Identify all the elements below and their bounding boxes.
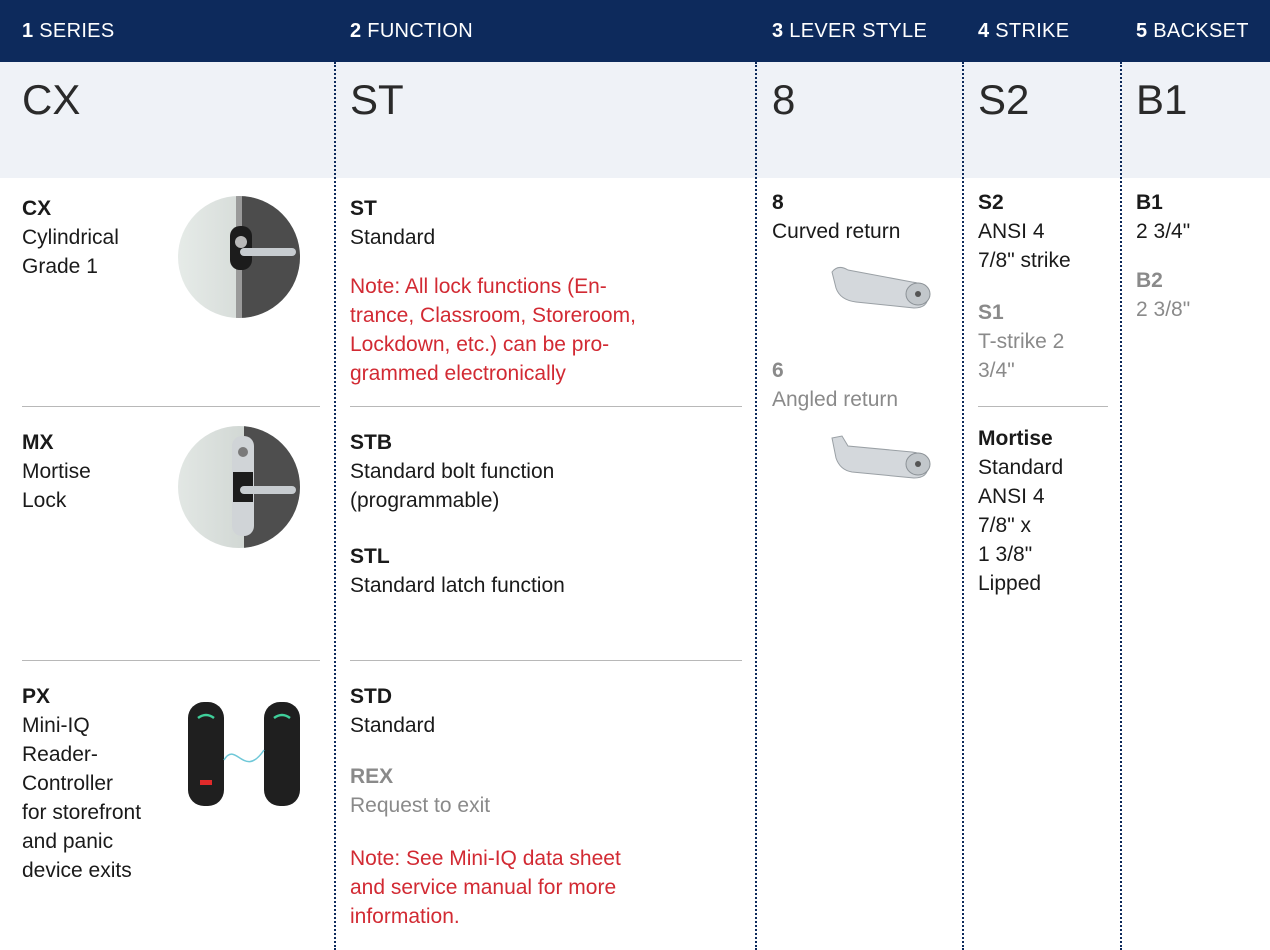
function-rex-block: REX Request to exit — [350, 762, 490, 820]
series-desc-line: for storefront — [22, 801, 142, 824]
strike-mortise-block: Mortise Standard ANSI 4 7/8" x 1 3/8" Li… — [978, 424, 1063, 598]
series-desc-line: Lock — [22, 489, 67, 512]
lever-desc: Angled return — [772, 388, 899, 411]
function-desc: (programmable) — [350, 489, 500, 512]
selected-series: CX — [22, 76, 81, 123]
column-divider — [334, 62, 336, 950]
selected-function: ST — [350, 76, 404, 123]
strike-desc-line: Lipped — [978, 572, 1042, 595]
function-desc: Standard — [350, 714, 436, 737]
strike-desc-line: 7/8" x — [978, 514, 1031, 537]
function-desc: Standard — [350, 226, 436, 249]
header-function: 2 FUNCTION — [350, 20, 474, 42]
function-code: STB — [350, 431, 392, 454]
angled-lever-image — [828, 432, 940, 482]
row-divider — [350, 660, 742, 661]
series-px-block: PX Mini-IQ Reader- Controller for storef… — [22, 682, 141, 885]
series-desc-line: Grade 1 — [22, 255, 98, 278]
lever-6-block: 6 Angled return — [772, 356, 898, 414]
strike-desc-line: 7/8" strike — [978, 249, 1071, 272]
header-backset: 5 BACKSET — [1136, 20, 1249, 42]
column-divider — [962, 62, 964, 950]
series-desc-line: device exits — [22, 859, 132, 882]
series-code: MX — [22, 431, 54, 454]
column-divider — [755, 62, 757, 950]
note-line: and service manual for more — [350, 876, 617, 899]
header-lever-style: 3 LEVER STYLE — [772, 20, 928, 42]
function-stl-block: STL Standard latch function — [350, 542, 565, 600]
series-cx-block: CX Cylindrical Grade 1 — [22, 194, 119, 281]
series-desc-line: Cylindrical — [22, 226, 119, 249]
strike-s1-block: S1 T-strike 2 3/4" — [978, 298, 1064, 385]
strike-code: S2 — [978, 191, 1004, 214]
strike-desc-line: Standard — [978, 456, 1064, 479]
row-divider — [350, 406, 742, 407]
backset-b2-block: B2 2 3/8" — [1136, 266, 1190, 324]
selected-code-band — [0, 62, 1270, 178]
function-std-block: STD Standard — [350, 682, 435, 740]
header-series: 1 SERIES — [22, 20, 115, 42]
mini-iq-reader-image — [186, 700, 302, 808]
function-note-mini-iq: Note: See Mini-IQ data sheet and service… — [350, 844, 621, 931]
series-desc-line: Mini-IQ — [22, 714, 90, 737]
strike-desc-line: 3/4" — [978, 359, 1015, 382]
header-strike: 4 STRIKE — [978, 20, 1070, 42]
strike-desc-line: 1 3/8" — [978, 543, 1033, 566]
function-desc: Standard bolt function — [350, 460, 555, 483]
backset-b1-block: B1 2 3/4" — [1136, 188, 1190, 246]
header-bar — [0, 0, 1270, 62]
selected-strike: S2 — [978, 76, 1030, 123]
note-line: Note: All lock functions (En- — [350, 275, 607, 298]
strike-desc-line: T-strike 2 — [978, 330, 1065, 353]
note-line: information. — [350, 905, 460, 928]
series-desc-line: and panic — [22, 830, 114, 853]
function-code: STL — [350, 545, 390, 568]
strike-desc-line: ANSI 4 — [978, 220, 1045, 243]
note-line: trance, Classroom, Storeroom, — [350, 304, 636, 327]
backset-desc: 2 3/4" — [1136, 220, 1191, 243]
row-divider — [22, 660, 320, 661]
selected-backset: B1 — [1136, 76, 1188, 123]
function-st-block: ST Standard — [350, 194, 435, 252]
note-line: grammed electronically — [350, 362, 566, 385]
row-divider — [978, 406, 1108, 407]
strike-code: S1 — [978, 301, 1004, 324]
note-line: Note: See Mini-IQ data sheet — [350, 847, 621, 870]
series-desc-line: Mortise — [22, 460, 91, 483]
lever-8-block: 8 Curved return — [772, 188, 900, 246]
backset-code: B2 — [1136, 269, 1163, 292]
function-desc: Request to exit — [350, 794, 491, 817]
series-desc-line: Reader- — [22, 743, 98, 766]
strike-desc-line: ANSI 4 — [978, 485, 1045, 508]
mortise-lock-photo — [178, 426, 300, 548]
series-mx-block: MX Mortise Lock — [22, 428, 91, 515]
function-code: ST — [350, 197, 377, 220]
selected-lever: 8 — [772, 76, 796, 123]
function-desc: Standard latch function — [350, 574, 565, 597]
series-code: CX — [22, 197, 52, 220]
lever-code: 8 — [772, 191, 784, 214]
function-st-note: Note: All lock functions (En- trance, Cl… — [350, 272, 636, 388]
function-code: STD — [350, 685, 392, 708]
lever-desc: Curved return — [772, 220, 901, 243]
curved-lever-image — [828, 262, 940, 312]
function-stb-block: STB Standard bolt function (programmable… — [350, 428, 554, 515]
backset-desc: 2 3/8" — [1136, 298, 1191, 321]
row-divider — [22, 406, 320, 407]
strike-code: Mortise — [978, 427, 1053, 450]
series-desc-line: Controller — [22, 772, 114, 795]
lever-code: 6 — [772, 359, 784, 382]
function-code: REX — [350, 765, 394, 788]
backset-code: B1 — [1136, 191, 1163, 214]
series-code: PX — [22, 685, 51, 708]
column-divider — [1120, 62, 1122, 950]
note-line: Lockdown, etc.) can be pro- — [350, 333, 610, 356]
cylindrical-lock-photo — [178, 196, 300, 318]
strike-s2-block: S2 ANSI 4 7/8" strike — [978, 188, 1071, 275]
